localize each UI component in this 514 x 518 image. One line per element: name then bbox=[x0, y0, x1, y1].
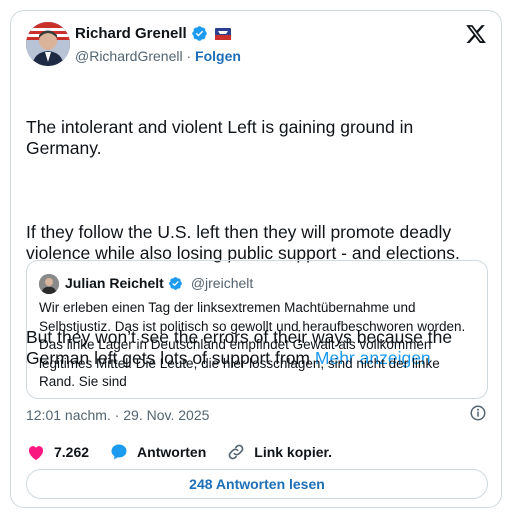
follow-button[interactable]: Folgen bbox=[195, 48, 241, 64]
author-name[interactable]: Richard Grenell bbox=[75, 25, 187, 42]
reply-button[interactable]: Antworten bbox=[109, 442, 206, 462]
verified-icon bbox=[191, 26, 207, 41]
tweet-paragraph: The intolerant and violent Left is gaini… bbox=[26, 117, 419, 158]
tweet-timestamp[interactable]: 12:01 nachm. · 29. Nov. 2025 bbox=[26, 407, 209, 423]
like-count: 7.262 bbox=[54, 444, 90, 460]
info-icon[interactable] bbox=[469, 404, 487, 422]
author-handle-row: @RichardGrenell · Folgen bbox=[75, 48, 241, 64]
separator-dot: · bbox=[186, 48, 192, 64]
copy-link-button[interactable]: Link kopier. bbox=[226, 442, 332, 462]
author-avatar[interactable] bbox=[26, 22, 70, 66]
link-icon bbox=[228, 444, 244, 460]
like-button[interactable]: 7.262 bbox=[26, 442, 89, 462]
heart-icon bbox=[28, 446, 44, 460]
verified-icon bbox=[168, 276, 182, 290]
author-handle[interactable]: @RichardGrenell bbox=[75, 48, 183, 64]
tweet-paragraph: If they follow the U.S. left then they w… bbox=[26, 222, 460, 263]
copy-link-label: Link kopier. bbox=[254, 444, 333, 460]
x-logo-icon[interactable] bbox=[465, 23, 487, 45]
quote-text: Wir erleben einen Tag der linksextremen … bbox=[39, 300, 466, 389]
quote-author-handle: @jreichelt bbox=[190, 275, 254, 291]
quote-author-avatar bbox=[39, 274, 59, 294]
read-replies-button[interactable]: 248 Antworten lesen bbox=[26, 469, 488, 499]
tweet-card: Richard Grenell @RichardGrenell · Folgen… bbox=[10, 10, 502, 508]
affiliate-flag-icon bbox=[214, 27, 231, 40]
quoted-tweet[interactable]: Julian Reichelt @jreichelt Wir erleben e… bbox=[26, 260, 488, 399]
action-bar: 7.262 Antworten Link kopier. bbox=[26, 442, 352, 462]
reply-label: Antworten bbox=[137, 444, 207, 460]
reply-bubble-icon bbox=[111, 444, 127, 460]
quote-author-name: Julian Reichelt bbox=[65, 275, 164, 291]
